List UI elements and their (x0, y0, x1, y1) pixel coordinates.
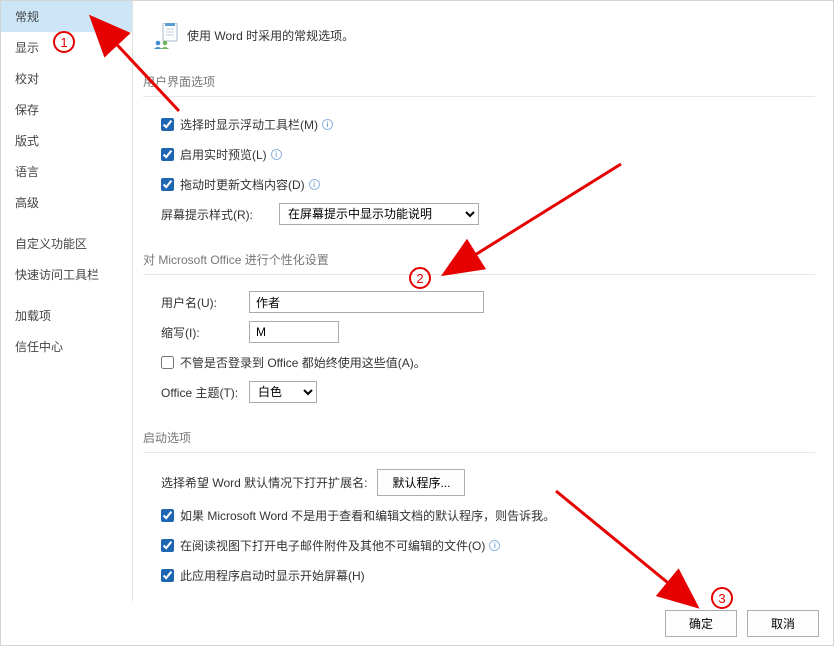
checkbox-default-program[interactable]: 如果 Microsoft Word 不是用于查看和编辑文档的默认程序，则告诉我。 (161, 507, 555, 524)
sidebar-item-proofing[interactable]: 校对 (1, 63, 132, 94)
cancel-button[interactable]: 取消 (747, 610, 819, 637)
sidebar-item-trust-center[interactable]: 信任中心 (1, 331, 132, 362)
checkbox-always-use-label: 不管是否登录到 Office 都始终使用这些值(A)。 (180, 354, 426, 371)
sidebar-item-addins[interactable]: 加载项 (1, 300, 132, 331)
info-icon: i (309, 179, 320, 190)
checkbox-minibar-input[interactable] (161, 118, 174, 131)
section-personal-title: 对 Microsoft Office 进行个性化设置 (143, 251, 815, 275)
checkbox-live-preview-label: 启用实时预览(L) (180, 146, 267, 163)
info-icon: i (271, 149, 282, 160)
sidebar-item-layout[interactable]: 版式 (1, 125, 132, 156)
options-sidebar: 常规 显示 校对 保存 版式 语言 高级 自定义功能区 快速访问工具栏 加载项 … (1, 1, 133, 601)
sidebar-item-advanced[interactable]: 高级 (1, 187, 132, 218)
general-options-icon (153, 23, 177, 47)
section-startup-title: 启动选项 (143, 429, 815, 453)
checkbox-drag-update-label: 拖动时更新文档内容(D) (180, 176, 305, 193)
username-input[interactable] (249, 291, 484, 313)
checkbox-minibar[interactable]: 选择时显示浮动工具栏(M) (161, 116, 318, 133)
checkbox-open-attach-input[interactable] (161, 539, 174, 552)
checkbox-open-attach[interactable]: 在阅读视图下打开电子邮件附件及其他不可编辑的文件(O) (161, 537, 485, 554)
page-title: 使用 Word 时采用的常规选项。 (187, 27, 354, 44)
info-icon: i (322, 119, 333, 130)
username-label: 用户名(U): (161, 294, 249, 311)
checkbox-always-use-input[interactable] (161, 356, 174, 369)
default-programs-button[interactable]: 默认程序... (377, 469, 465, 496)
checkbox-live-preview-input[interactable] (161, 148, 174, 161)
checkbox-start-screen[interactable]: 此应用程序启动时显示开始屏幕(H) (161, 567, 365, 584)
checkbox-live-preview[interactable]: 启用实时预览(L) (161, 146, 267, 163)
options-main-panel: 使用 Word 时采用的常规选项。 用户界面选项 选择时显示浮动工具栏(M) i… (133, 1, 833, 601)
sidebar-item-display[interactable]: 显示 (1, 32, 132, 63)
checkbox-drag-update-input[interactable] (161, 178, 174, 191)
screentip-label: 屏幕提示样式(R): (161, 206, 279, 223)
theme-select[interactable]: 白色 (249, 381, 317, 403)
dialog-footer: 确定 取消 (665, 610, 819, 637)
initials-input[interactable] (249, 321, 339, 343)
checkbox-drag-update[interactable]: 拖动时更新文档内容(D) (161, 176, 305, 193)
checkbox-always-use[interactable]: 不管是否登录到 Office 都始终使用这些值(A)。 (161, 354, 426, 371)
default-ext-label: 选择希望 Word 默认情况下打开扩展名: (161, 474, 367, 491)
info-icon: i (489, 540, 500, 551)
section-ui-title: 用户界面选项 (143, 73, 815, 97)
initials-label: 缩写(I): (161, 324, 249, 341)
ok-button[interactable]: 确定 (665, 610, 737, 637)
sidebar-item-qat[interactable]: 快速访问工具栏 (1, 259, 132, 290)
checkbox-minibar-label: 选择时显示浮动工具栏(M) (180, 116, 318, 133)
sidebar-item-save[interactable]: 保存 (1, 94, 132, 125)
theme-label: Office 主题(T): (161, 384, 249, 401)
checkbox-default-program-input[interactable] (161, 509, 174, 522)
checkbox-start-screen-input[interactable] (161, 569, 174, 582)
screentip-select[interactable]: 在屏幕提示中显示功能说明 (279, 203, 479, 225)
checkbox-default-program-label: 如果 Microsoft Word 不是用于查看和编辑文档的默认程序，则告诉我。 (180, 507, 555, 524)
checkbox-open-attach-label: 在阅读视图下打开电子邮件附件及其他不可编辑的文件(O) (180, 537, 485, 554)
sidebar-item-customize-ribbon[interactable]: 自定义功能区 (1, 228, 132, 259)
sidebar-item-general[interactable]: 常规 (1, 1, 132, 32)
checkbox-start-screen-label: 此应用程序启动时显示开始屏幕(H) (180, 567, 365, 584)
sidebar-item-language[interactable]: 语言 (1, 156, 132, 187)
